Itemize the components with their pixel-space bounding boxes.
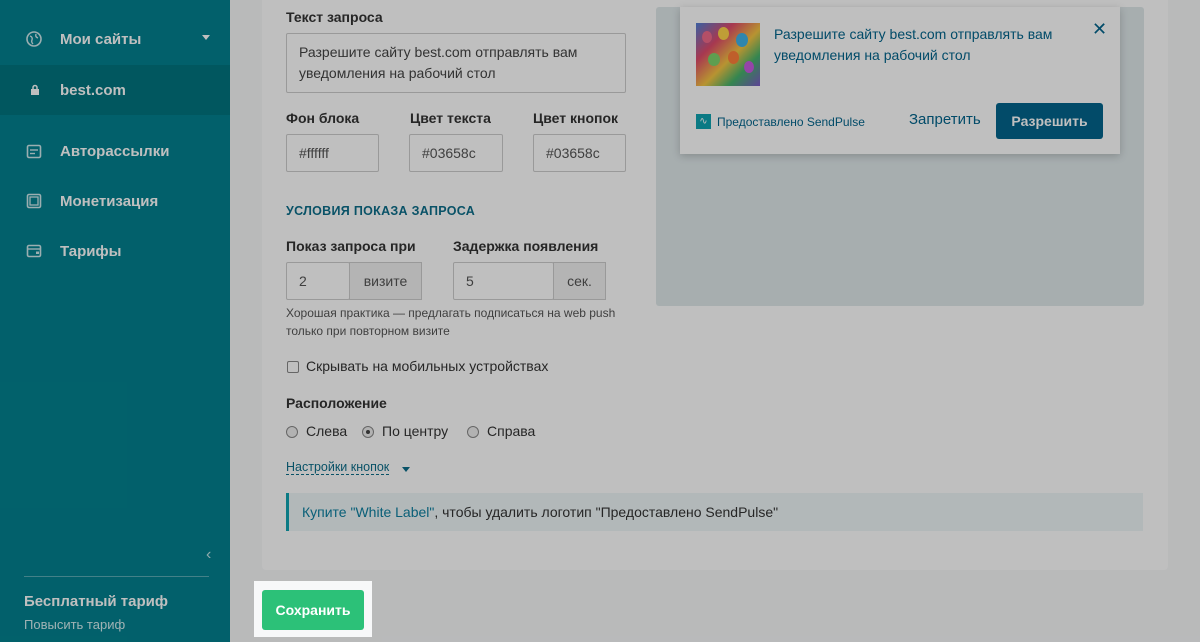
- monitor-icon: [26, 193, 42, 209]
- delay-unit: сек.: [553, 262, 606, 300]
- sidebar-item-label: best.com: [60, 81, 126, 99]
- sidebar-item-label: Авторассылки: [60, 142, 170, 160]
- sidebar-item-monetization[interactable]: Монетизация: [0, 176, 230, 226]
- preview-message: Разрешите сайту best.com отправлять вам …: [774, 26, 1053, 63]
- button-settings-link[interactable]: Настройки кнопок: [286, 460, 390, 475]
- request-text-label: Текст запроса: [286, 9, 383, 25]
- collapse-sidebar-icon[interactable]: ‹: [206, 546, 211, 564]
- sidebar-item-autoseries[interactable]: Авторассылки: [0, 126, 230, 176]
- sidebar-item-my-sites[interactable]: Мои сайты: [0, 14, 230, 64]
- position-option-right[interactable]: Справа: [487, 423, 535, 439]
- save-button[interactable]: Сохранить: [262, 590, 364, 630]
- show-at-visit-input[interactable]: 2: [286, 262, 350, 300]
- balloons-image: [696, 23, 760, 86]
- sidebar-item-tariffs[interactable]: Тарифы: [0, 226, 230, 276]
- sidebar-item-label: Тарифы: [60, 242, 122, 260]
- preview-allow-button[interactable]: Разрешить: [996, 103, 1103, 139]
- hint-text: Хорошая практика — предлагать подписатьс…: [286, 306, 616, 338]
- preview-branding: ∿ Предоставлено SendPulse: [696, 114, 865, 129]
- sidebar-divider: [24, 576, 209, 577]
- wallet-icon: [26, 243, 42, 259]
- delay-input[interactable]: 5: [453, 262, 554, 300]
- show-at-unit: визите: [349, 262, 422, 300]
- push-request-preview: Разрешите сайту best.com отправлять вам …: [680, 7, 1120, 154]
- lock-icon: [30, 82, 40, 98]
- position-radio-center[interactable]: [362, 426, 374, 438]
- hide-mobile-label[interactable]: Скрывать на мобильных устройствах: [306, 358, 548, 374]
- sidebar-item-label: Мои сайты: [60, 30, 142, 48]
- sidebar: Мои сайты best.com Авторассылки Монетиза…: [0, 0, 230, 642]
- button-color-label: Цвет кнопок: [533, 110, 619, 126]
- preview-deny-button[interactable]: Запретить: [909, 111, 981, 128]
- position-option-center[interactable]: По центру: [382, 423, 448, 439]
- sendpulse-logo-icon: ∿: [696, 114, 711, 129]
- position-radio-left[interactable]: [286, 426, 298, 438]
- preview-branding-text: Предоставлено SendPulse: [717, 114, 865, 129]
- sidebar-item-label: Монетизация: [60, 192, 159, 210]
- white-label-note-text: , чтобы удалить логотип "Предоставлено S…: [434, 504, 779, 520]
- chevron-down-icon: [202, 35, 210, 40]
- request-text-field[interactable]: Разрешите сайту best.com отправлять вам …: [286, 33, 626, 93]
- sidebar-item-best-com[interactable]: best.com: [0, 65, 230, 115]
- bg-color-label: Фон блока: [286, 110, 360, 126]
- button-color-input[interactable]: #03658c: [533, 134, 626, 172]
- conditions-section-title: УСЛОВИЯ ПОКАЗА ЗАПРОСА: [286, 204, 476, 218]
- upgrade-plan-link[interactable]: Повысить тариф: [24, 617, 125, 632]
- white-label-link[interactable]: Купите "White Label": [302, 504, 434, 520]
- calendar-icon: [26, 143, 42, 159]
- text-color-label: Цвет текста: [410, 110, 491, 126]
- text-color-input[interactable]: #03658c: [409, 134, 503, 172]
- position-option-left[interactable]: Слева: [306, 423, 347, 439]
- show-at-label: Показ запроса при: [286, 238, 416, 254]
- bg-color-input[interactable]: #ffffff: [286, 134, 379, 172]
- current-plan: Бесплатный тариф: [24, 593, 169, 610]
- close-icon[interactable]: ✕: [1092, 19, 1107, 40]
- chevron-down-icon: [402, 467, 410, 472]
- position-label: Расположение: [286, 395, 387, 411]
- hide-mobile-checkbox[interactable]: [287, 361, 299, 373]
- position-radio-right[interactable]: [467, 426, 479, 438]
- delay-label: Задержка появления: [453, 238, 599, 254]
- white-label-note: Купите "White Label" , чтобы удалить лог…: [286, 493, 1143, 531]
- globe-icon: [26, 31, 42, 47]
